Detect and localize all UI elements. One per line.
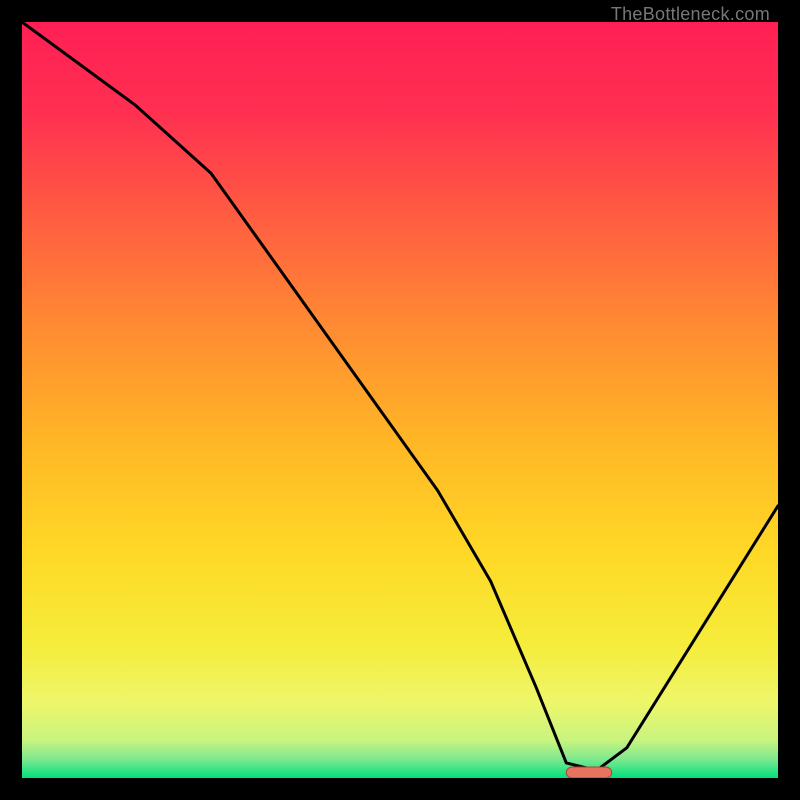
gradient-bg (22, 22, 778, 778)
optimum-marker (566, 767, 611, 778)
plot-area (22, 22, 778, 778)
chart-svg (22, 22, 778, 778)
chart-frame: TheBottleneck.com (0, 0, 800, 800)
